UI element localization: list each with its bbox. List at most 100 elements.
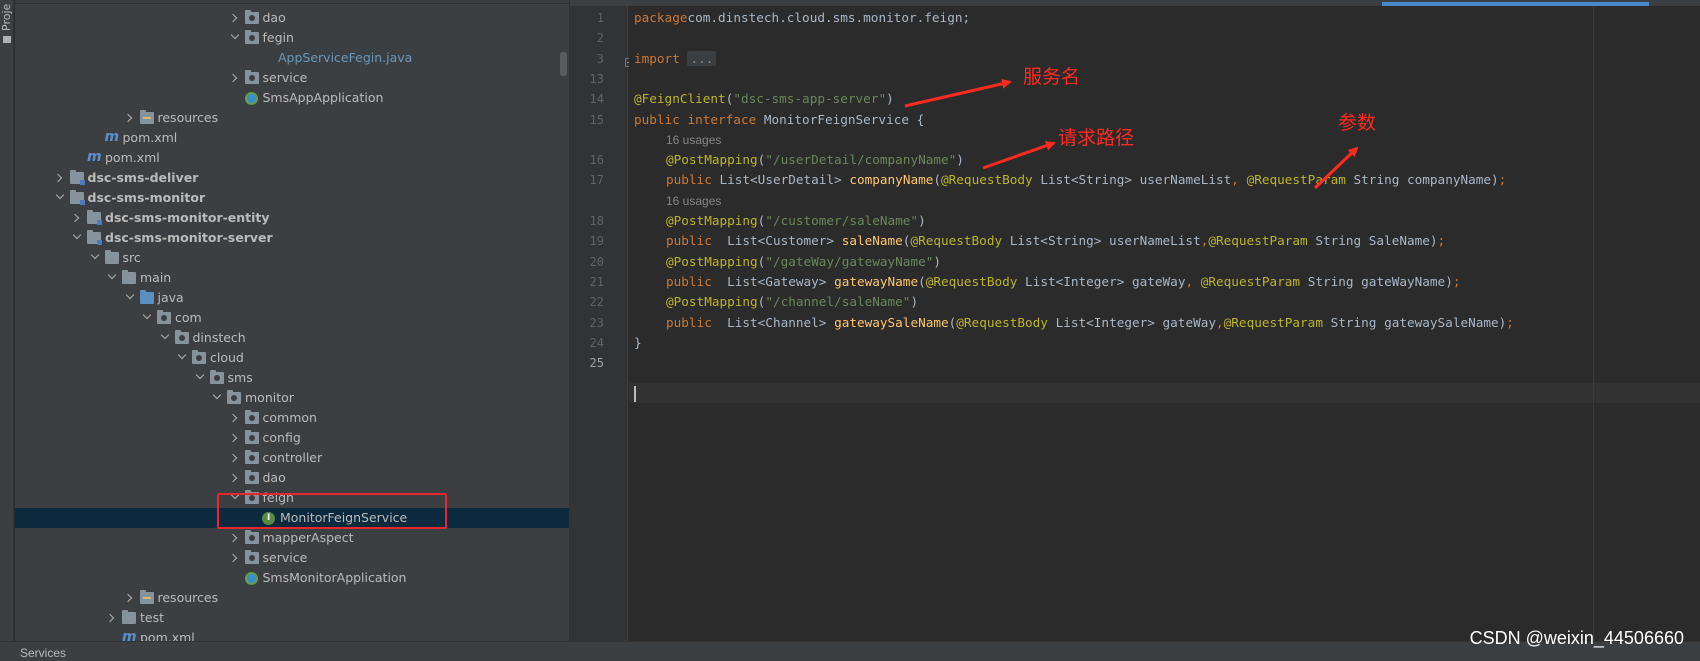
services-tool-button[interactable]: Services: [20, 642, 66, 661]
chevron-down-icon[interactable]: [229, 28, 241, 48]
package-folder-icon: [192, 350, 206, 364]
chevron-down-icon[interactable]: [141, 308, 153, 328]
code-token: @RequestBody: [956, 314, 1056, 330]
tree-item[interactable]: monitor: [15, 388, 569, 408]
chevron-right-icon[interactable]: [229, 68, 241, 88]
tree-item[interactable]: m pom.xml: [15, 128, 569, 148]
package-folder-icon: [244, 530, 259, 544]
code-line[interactable]: packagecom.dinstech.cloud.sms.monitor.fe…: [634, 8, 970, 28]
tree-item[interactable]: controller: [15, 448, 569, 468]
code-line[interactable]: public List<UserDetail> companyName(@Req…: [666, 170, 1506, 190]
tree-item[interactable]: dao: [15, 8, 569, 28]
tree-item[interactable]: dsc-sms-monitor: [15, 188, 569, 208]
tree-item[interactable]: service: [15, 548, 569, 568]
chevron-right-icon[interactable]: [229, 528, 241, 548]
tree-item-label: pom.xml: [140, 630, 195, 641]
chevron-right-icon[interactable]: [124, 108, 136, 128]
code-line[interactable]: @PostMapping("/channel/saleName"): [666, 292, 918, 312]
tree-item[interactable]: config: [15, 428, 569, 448]
chevron-right-icon[interactable]: [229, 448, 241, 468]
code-line[interactable]: public List<Channel> gatewaySaleName(@Re…: [666, 313, 1514, 333]
tree-item[interactable]: dsc-sms-monitor-entity: [15, 208, 569, 228]
code-token: ): [956, 152, 964, 168]
code-line[interactable]: @PostMapping("/userDetail/companyName"): [666, 150, 964, 170]
folder-icon: [122, 610, 136, 624]
structure-icon[interactable]: [3, 36, 11, 43]
tree-item[interactable]: cloud: [15, 348, 569, 368]
code-line[interactable]: public interface MonitorFeignService {: [634, 110, 924, 130]
chevron-down-icon[interactable]: [159, 328, 171, 348]
tree-item[interactable]: fegin: [15, 28, 569, 48]
code-token: package: [634, 10, 688, 25]
chevron-right-icon[interactable]: [54, 168, 66, 188]
chevron-down-icon[interactable]: [124, 288, 136, 308]
tree-item[interactable]: m pom.xml: [15, 148, 569, 168]
tree-item[interactable]: main: [15, 268, 569, 288]
code-token: @RequestParam: [1200, 273, 1308, 289]
resources-folder-icon: [139, 110, 154, 124]
tree-item[interactable]: mapperAspect: [15, 528, 569, 548]
chevron-right-icon[interactable]: [229, 468, 241, 488]
tree-item[interactable]: dsc-sms-monitor-server: [15, 228, 569, 248]
chevron-down-icon[interactable]: [211, 388, 223, 408]
code-editor[interactable]: packagecom.dinstech.cloud.sms.monitor.fe…: [629, 6, 1700, 641]
code-line[interactable]: }: [634, 333, 642, 353]
tree-item-label: service: [262, 550, 308, 565]
tree-item[interactable]: sms: [15, 368, 569, 388]
tree-item[interactable]: dao: [15, 468, 569, 488]
code-token: @FeignClient: [634, 91, 726, 107]
tree-item-label: com: [175, 310, 202, 325]
chevron-right-icon[interactable]: [229, 408, 241, 428]
folded-imports[interactable]: ...: [687, 50, 717, 66]
tree-item[interactable]: AppServiceFegin.java: [15, 48, 569, 68]
tree-item[interactable]: dsc-sms-deliver: [15, 168, 569, 188]
package-folder-icon: [244, 470, 259, 484]
chevron-down-icon[interactable]: [89, 248, 101, 268]
tree-item[interactable]: resources: [15, 588, 569, 608]
chevron-down-icon[interactable]: [194, 368, 206, 388]
tree-item[interactable]: java: [15, 288, 569, 308]
project-tool-button[interactable]: Proje: [0, 0, 14, 34]
spring-boot-class-icon: [244, 92, 258, 105]
project-tree[interactable]: dao fegin AppServiceFegin.java service SmsAp…: [15, 0, 569, 641]
code-line[interactable]: @PostMapping("/customer/saleName"): [666, 211, 926, 231]
code-token: public interface: [634, 111, 764, 127]
module-folder-icon: [87, 230, 102, 245]
chevron-right-icon[interactable]: [229, 548, 241, 568]
tree-item-label: SmsAppApplication: [262, 90, 384, 105]
tree-item[interactable]: SmsMonitorApplication: [15, 568, 569, 588]
chevron-right-icon[interactable]: [229, 428, 241, 448]
line-number: 22: [589, 295, 604, 310]
chevron-down-icon[interactable]: [106, 268, 118, 288]
chevron-right-icon[interactable]: [124, 588, 136, 608]
tree-item[interactable]: resources: [15, 108, 569, 128]
code-token: @RequestBody: [941, 172, 1041, 188]
watermark: CSDN @weixin_44506660: [1469, 628, 1684, 648]
code-line[interactable]: public List<Gateway> gatewayName(@Reques…: [666, 272, 1460, 292]
code-token: ,: [1231, 172, 1247, 188]
code-line[interactable]: import ...: [634, 49, 717, 69]
tree-item[interactable]: service: [15, 68, 569, 88]
tree-item[interactable]: common: [15, 408, 569, 428]
tree-scrollbar[interactable]: [560, 52, 567, 76]
code-token: gatewayName: [834, 273, 919, 289]
tree-item[interactable]: test: [15, 608, 569, 628]
chevron-down-icon[interactable]: [176, 348, 188, 368]
code-line[interactable]: public List<Customer> saleName(@RequestB…: [666, 231, 1445, 251]
chevron-right-icon[interactable]: [229, 8, 241, 28]
tree-item[interactable]: dinstech: [15, 328, 569, 348]
usages-hint[interactable]: 16 usages: [666, 191, 721, 211]
tree-item[interactable]: src: [15, 248, 569, 268]
usages-hint[interactable]: 16 usages: [666, 130, 721, 150]
tree-item[interactable]: m pom.xml: [15, 628, 569, 641]
tree-item[interactable]: com: [15, 308, 569, 328]
chevron-right-icon[interactable]: [106, 608, 118, 628]
code-token: List<Channel>: [727, 314, 835, 330]
tree-item[interactable]: SmsAppApplication: [15, 88, 569, 108]
code-line[interactable]: @PostMapping("/gateWay/gatewayName"): [666, 252, 941, 272]
chevron-down-icon[interactable]: [71, 228, 83, 248]
code-line[interactable]: @FeignClient("dsc-sms-app-server"): [634, 89, 894, 109]
chevron-down-icon[interactable]: [54, 188, 66, 208]
line-number: 24: [589, 335, 604, 350]
chevron-right-icon[interactable]: [71, 208, 83, 228]
